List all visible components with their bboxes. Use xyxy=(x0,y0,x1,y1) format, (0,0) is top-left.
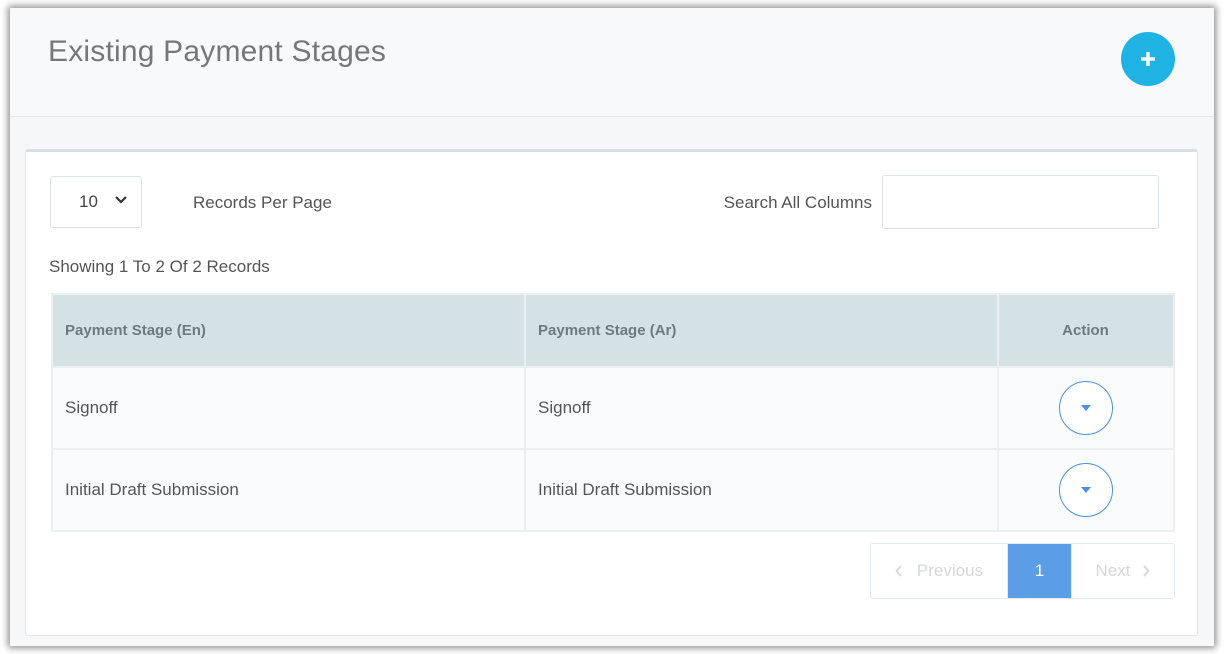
pagination-previous-label: Previous xyxy=(916,561,984,580)
records-per-page-select[interactable]: 10 xyxy=(50,176,142,228)
cell-action xyxy=(997,366,1175,450)
payment-stages-table: Payment Stage (En) Payment Stage (Ar) Ac… xyxy=(51,293,1175,532)
row-action-dropdown-button[interactable] xyxy=(1058,463,1113,517)
cell-payment-stage-en: Initial Draft Submission xyxy=(51,448,526,532)
column-header-payment-stage-ar[interactable]: Payment Stage (Ar) xyxy=(524,293,999,368)
caret-down-icon xyxy=(1080,487,1091,493)
chevron-left-icon xyxy=(895,565,902,577)
chevron-down-icon xyxy=(115,196,127,204)
page-header: Existing Payment Stages xyxy=(10,8,1214,117)
table-row: Signoff Signoff xyxy=(51,366,1175,450)
chevron-right-icon xyxy=(1143,565,1151,577)
pagination-next-label: Next xyxy=(1095,561,1131,580)
pagination-previous-button[interactable]: Previous xyxy=(871,544,1008,598)
page-title: Existing Payment Stages xyxy=(48,35,387,68)
pagination-current-page: 1 xyxy=(1034,561,1045,580)
table-card: 10 Records Per Page Search All Columns S… xyxy=(25,149,1198,636)
plus-icon xyxy=(1141,52,1155,66)
table-row: Initial Draft Submission Initial Draft S… xyxy=(51,448,1175,532)
column-header-action: Action xyxy=(997,293,1175,368)
pagination-next-button[interactable]: Next xyxy=(1071,544,1174,598)
table-header-row: Payment Stage (En) Payment Stage (Ar) Ac… xyxy=(51,293,1175,368)
records-per-page-value: 10 xyxy=(79,192,98,211)
row-action-dropdown-button[interactable] xyxy=(1058,381,1113,435)
caret-down-icon xyxy=(1080,405,1091,411)
records-info: Showing 1 To 2 Of 2 Records xyxy=(49,257,270,276)
records-per-page-label: Records Per Page xyxy=(193,193,332,212)
search-input[interactable] xyxy=(882,175,1159,229)
cell-action xyxy=(997,448,1175,532)
add-payment-stage-button[interactable] xyxy=(1121,32,1175,86)
cell-payment-stage-ar: Signoff xyxy=(524,366,999,450)
column-header-payment-stage-en[interactable]: Payment Stage (En) xyxy=(51,293,526,368)
cell-payment-stage-en: Signoff xyxy=(51,366,526,450)
page-frame: Existing Payment Stages 10 Records Per P… xyxy=(10,8,1214,646)
pagination-page-1-button[interactable]: 1 xyxy=(1008,544,1071,598)
cell-payment-stage-ar: Initial Draft Submission xyxy=(524,448,999,532)
search-label: Search All Columns xyxy=(723,193,872,212)
pagination: Previous 1 Next xyxy=(870,543,1175,599)
